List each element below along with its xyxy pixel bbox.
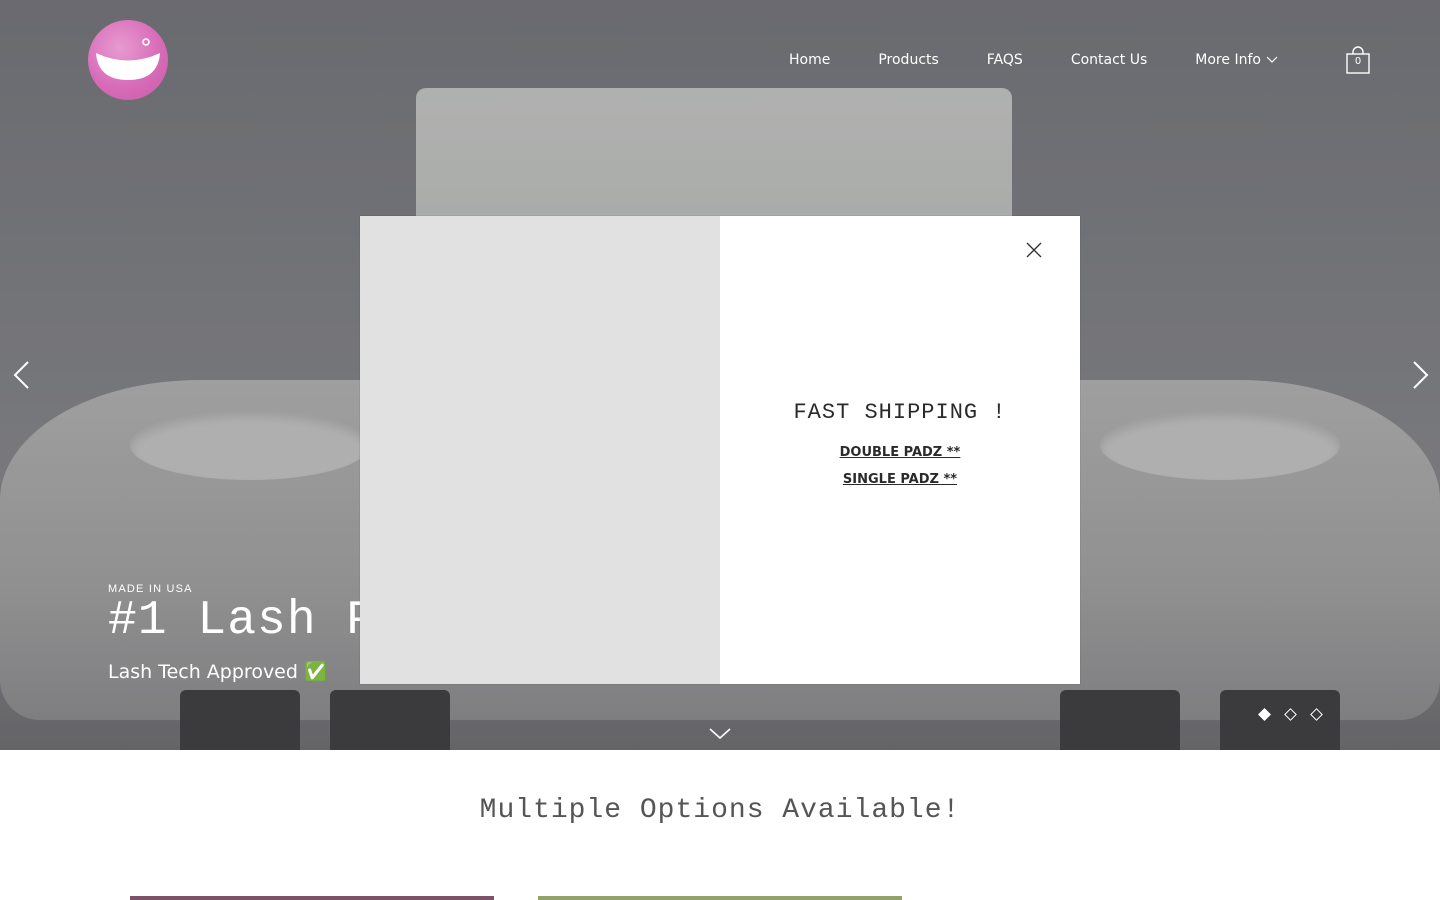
section-title: Multiple Options Available! [479, 795, 961, 826]
popup-content: FAST SHIPPING ! DOUBLE PADZ ** SINGLE PA… [720, 216, 1080, 684]
nav-home[interactable]: Home [789, 52, 830, 68]
popup-link-double-padz[interactable]: DOUBLE PADZ ** [720, 445, 1080, 460]
hero-subtitle: Lash Tech Approved ✅ [108, 661, 328, 683]
slide-indicators [1258, 708, 1338, 721]
site-logo[interactable] [88, 20, 168, 100]
nav-contact-us[interactable]: Contact Us [1071, 52, 1147, 68]
slide-prev-button[interactable] [10, 360, 34, 390]
slide-next-button[interactable] [1408, 360, 1432, 390]
popup-heading: FAST SHIPPING ! [793, 400, 1007, 425]
cart-count: 0 [1354, 56, 1362, 67]
scroll-down-button[interactable] [709, 726, 731, 740]
slide-dot-2[interactable] [1284, 708, 1297, 721]
product-thumbnail[interactable] [538, 896, 902, 900]
close-icon [1026, 242, 1042, 258]
popup-image [360, 216, 720, 684]
main-nav: Home Products FAQS Contact Us More Info [789, 52, 1278, 68]
slide-dot-1[interactable] [1258, 708, 1271, 721]
chevron-down-icon [1266, 56, 1278, 63]
slide-dot-3[interactable] [1310, 708, 1323, 721]
hero-title: #1 Lash P [108, 594, 377, 648]
chevron-right-icon [1413, 361, 1429, 389]
popup-link-single-padz[interactable]: SINGLE PADZ ** [720, 472, 1080, 487]
smile-logo-icon [96, 38, 160, 80]
chevron-left-icon [13, 361, 29, 389]
promo-popup: FAST SHIPPING ! DOUBLE PADZ ** SINGLE PA… [360, 216, 1080, 684]
nav-faqs[interactable]: FAQS [987, 52, 1023, 68]
nav-more-info[interactable]: More Info [1195, 52, 1278, 68]
popup-close-button[interactable] [1025, 241, 1043, 259]
product-thumbnail[interactable] [130, 896, 494, 900]
cart-button[interactable]: 0 [1346, 46, 1370, 74]
chevron-down-icon [709, 728, 731, 740]
nav-products[interactable]: Products [878, 52, 938, 68]
